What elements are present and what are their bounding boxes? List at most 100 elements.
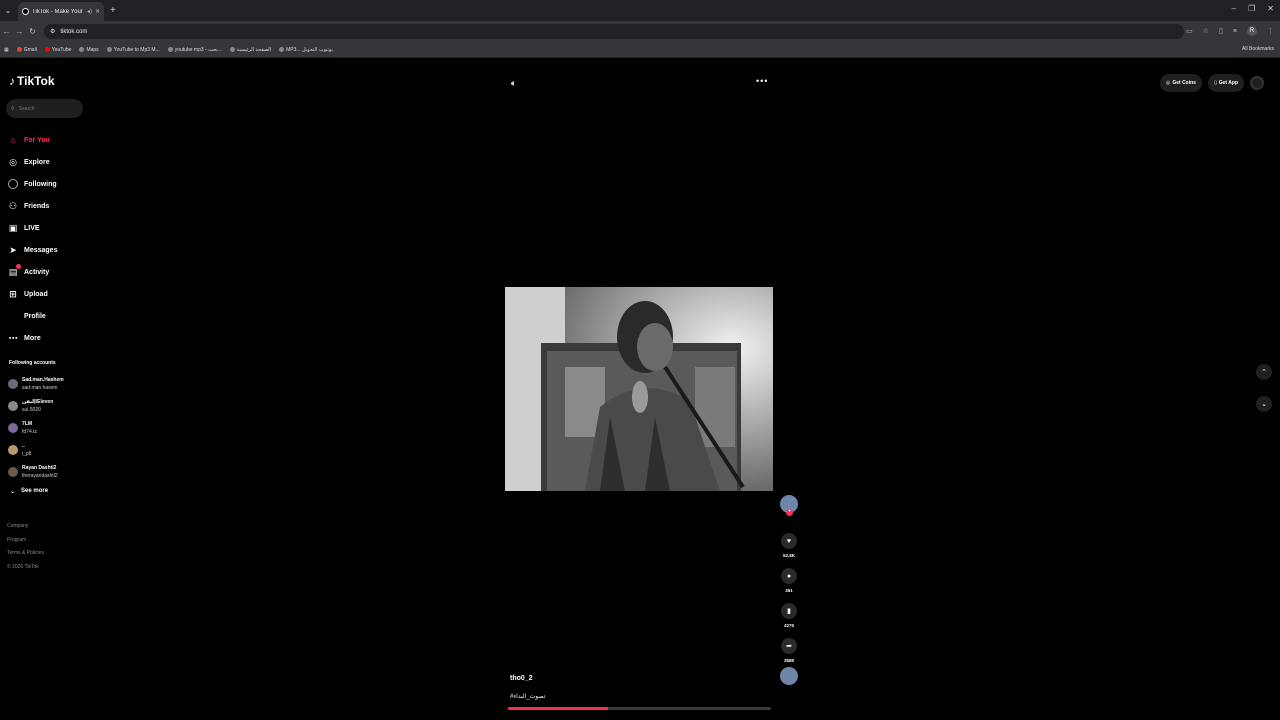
comment-icon[interactable]: ●: [781, 568, 797, 584]
comment-count: 351: [785, 588, 793, 593]
share-count: 3589: [783, 658, 794, 663]
video-progress-bar[interactable]: [508, 707, 771, 710]
coin-icon: ◎: [1165, 80, 1171, 86]
nav-live[interactable]: ▣ LIVE: [8, 217, 57, 239]
like-action[interactable]: ♥ 52.8K: [780, 533, 798, 560]
search-icon: ⚲: [11, 105, 15, 112]
nav-more[interactable]: ⋯ More: [8, 327, 57, 349]
nav-following[interactable]: Following: [8, 173, 57, 195]
bookmark-yt-mp3[interactable]: YouTube to Mp3 M...: [106, 47, 160, 53]
close-tab-icon[interactable]: ✕: [95, 8, 100, 15]
chevron-down-icon: ⌄: [10, 489, 16, 495]
volume-icon[interactable]: 🔈︎: [511, 78, 516, 89]
bookmark-icon[interactable]: ▮: [781, 603, 797, 619]
sidebar-footer: Company Program Terms & Policies © 2026 …: [7, 520, 44, 574]
bookmark-maps[interactable]: Maps: [79, 47, 99, 53]
bookmark-yt-mp3-search[interactable]: youtube mp3 - بحث...: [167, 47, 222, 53]
browser-toolbar: ← → ↻ ⚙ tiktok.com ▭ ☆ ▯ ≡ R ⋮: [0, 21, 1280, 42]
close-window-button[interactable]: ✕: [1267, 4, 1274, 13]
url-text: tiktok.com: [60, 28, 88, 35]
restore-button[interactable]: ❐: [1248, 4, 1255, 13]
account-item[interactable]: Rayan Dashti2 therayandashti2: [8, 461, 64, 483]
get-coins-button[interactable]: ◎ Get Coins: [1159, 74, 1202, 92]
upload-icon: ⊞: [9, 288, 17, 299]
account-item[interactable]: إليفن/Eleven sul.5020: [8, 395, 64, 417]
friends-icon: ⚇: [8, 200, 18, 211]
save-action[interactable]: ▮ 4275: [780, 603, 798, 630]
search-box[interactable]: ⚲: [6, 99, 83, 118]
account-item[interactable]: Sad.man.Hashem sad.man.hasem: [8, 373, 64, 395]
like-count: 52.8K: [782, 553, 795, 558]
share-action[interactable]: ➦ 3589: [780, 638, 798, 665]
following-accounts-header: Following accounts: [9, 360, 56, 366]
video-player[interactable]: [505, 287, 773, 491]
bookmark-home[interactable]: الصفحة الرئيسية: [229, 47, 271, 53]
site-info-icon[interactable]: ⚙: [50, 28, 55, 35]
install-app-icon[interactable]: ▭: [1186, 27, 1193, 35]
extensions-icon[interactable]: ▯: [1219, 27, 1223, 35]
media-icon[interactable]: ≡: [1233, 28, 1237, 35]
account-item[interactable]: .. i_p8: [8, 439, 64, 461]
video-frame: [505, 287, 773, 491]
back-button[interactable]: ←: [0, 27, 13, 36]
share-icon[interactable]: ➦: [781, 638, 797, 654]
forward-button[interactable]: →: [13, 27, 26, 36]
footer-copyright: © 2026 TikTok: [7, 563, 39, 570]
nav-profile[interactable]: Profile: [8, 305, 57, 327]
nav-friends[interactable]: ⚇ Friends: [8, 195, 57, 217]
bookmark-star-icon[interactable]: ☆: [1203, 27, 1209, 35]
minimize-button[interactable]: –: [1232, 4, 1236, 13]
browser-tab-bar: ⌄ TikTok - Make Your Day ◂) ✕ + – ❐ ✕: [0, 0, 1280, 21]
creator-username[interactable]: tho0_2: [510, 675, 533, 682]
sidebar-nav: ⌂ For You ◎ Explore Following ⚇ Friends …: [8, 129, 57, 349]
user-avatar[interactable]: [1250, 76, 1264, 90]
nav-messages[interactable]: ➤ Messages: [8, 239, 57, 261]
get-app-button[interactable]: ▯ Get App: [1207, 74, 1244, 92]
nav-upload[interactable]: ⊞ Upload: [8, 283, 57, 305]
top-right-actions: ◎ Get Coins ▯ Get App: [1159, 74, 1264, 92]
next-video-button[interactable]: ⌄: [1256, 396, 1272, 412]
tiktok-favicon-icon: [22, 8, 29, 15]
account-item[interactable]: 7LM fd74.tz: [8, 417, 64, 439]
reload-button[interactable]: ↻: [26, 27, 39, 36]
phone-icon: ▯: [1213, 80, 1217, 86]
account-avatar: [8, 423, 18, 433]
tab-search-button[interactable]: ⌄: [0, 0, 16, 21]
feed-navigation: ⌃ ⌄: [1256, 364, 1272, 412]
all-bookmarks[interactable]: All Bookmarks: [1242, 46, 1274, 52]
music-disc-icon[interactable]: [780, 667, 798, 685]
new-tab-button[interactable]: +: [110, 5, 116, 16]
nav-for-you[interactable]: ⌂ For You: [8, 129, 57, 151]
apps-grid-icon[interactable]: ▦: [4, 47, 9, 53]
search-input[interactable]: [18, 105, 79, 112]
account-avatar: [8, 445, 18, 455]
tab-title: TikTok - Make Your Day: [32, 8, 84, 15]
comment-action[interactable]: ● 351: [780, 568, 798, 595]
footer-program[interactable]: Program: [7, 534, 44, 548]
see-more-button[interactable]: ⌄ See more: [10, 488, 48, 495]
footer-terms[interactable]: Terms & Policies: [7, 547, 44, 561]
tiktok-logo[interactable]: ♪ TikTok: [9, 74, 55, 88]
following-accounts-list: Sad.man.Hashem sad.man.hasem إليفن/Eleven…: [8, 373, 64, 483]
account-avatar: [8, 379, 18, 389]
account-avatar: [8, 401, 18, 411]
heart-icon[interactable]: ♥: [781, 533, 797, 549]
browser-tab[interactable]: TikTok - Make Your Day ◂) ✕: [18, 2, 104, 21]
nav-activity[interactable]: ▤ Activity: [8, 261, 57, 283]
video-caption[interactable]: #تصوت_البداء: [510, 693, 545, 700]
footer-company[interactable]: Company: [7, 520, 44, 534]
creator-avatar[interactable]: +: [780, 495, 798, 516]
window-controls: – ❐ ✕: [1232, 4, 1274, 13]
bookmark-gmail[interactable]: Gmail: [16, 47, 37, 53]
bookmark-youtube[interactable]: YouTube: [44, 47, 71, 53]
address-bar[interactable]: ⚙ tiktok.com: [44, 24, 1184, 39]
more-options-icon[interactable]: •••: [756, 76, 768, 86]
chrome-menu-icon[interactable]: ⋮: [1267, 27, 1274, 35]
profile-avatar[interactable]: R: [1247, 26, 1257, 36]
live-icon: ▣: [8, 222, 18, 233]
nav-explore[interactable]: ◎ Explore: [8, 151, 57, 173]
previous-video-button[interactable]: ⌃: [1256, 364, 1272, 380]
bookmark-mp3-converter[interactable]: MP3... يوتيوب التحويل: [279, 47, 333, 53]
follow-plus-icon[interactable]: +: [786, 509, 793, 516]
speaker-icon[interactable]: ◂): [87, 8, 92, 15]
